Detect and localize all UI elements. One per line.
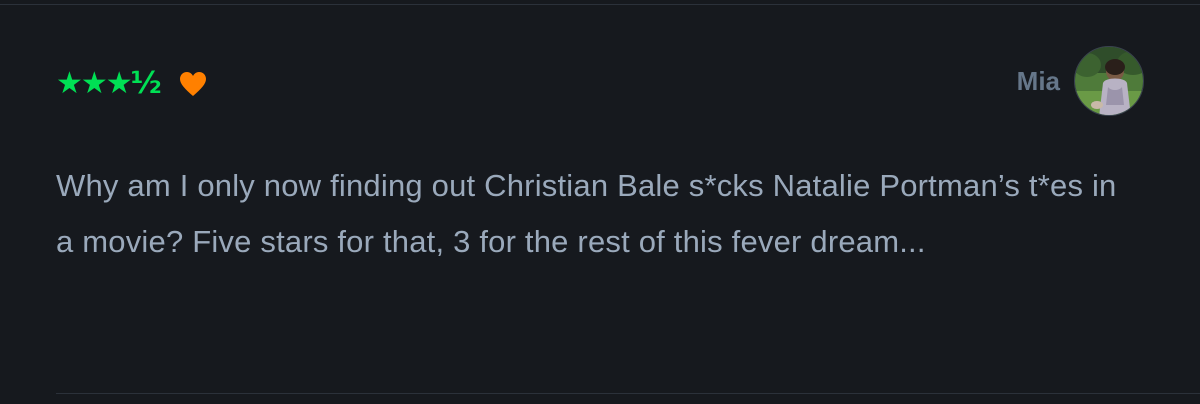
bottom-divider <box>56 393 1200 394</box>
star-rating: ★★★½ <box>56 66 162 101</box>
top-divider <box>0 4 1200 5</box>
avatar-photo <box>1075 47 1143 115</box>
avatar[interactable] <box>1074 46 1144 116</box>
review-text: Why am I only now finding out Christian … <box>56 168 1117 259</box>
rating-row: ★★★½ <box>56 66 208 102</box>
heart-icon <box>178 69 208 99</box>
author-name[interactable]: Mia <box>1017 66 1060 97</box>
author-block[interactable]: Mia <box>1017 46 1144 116</box>
